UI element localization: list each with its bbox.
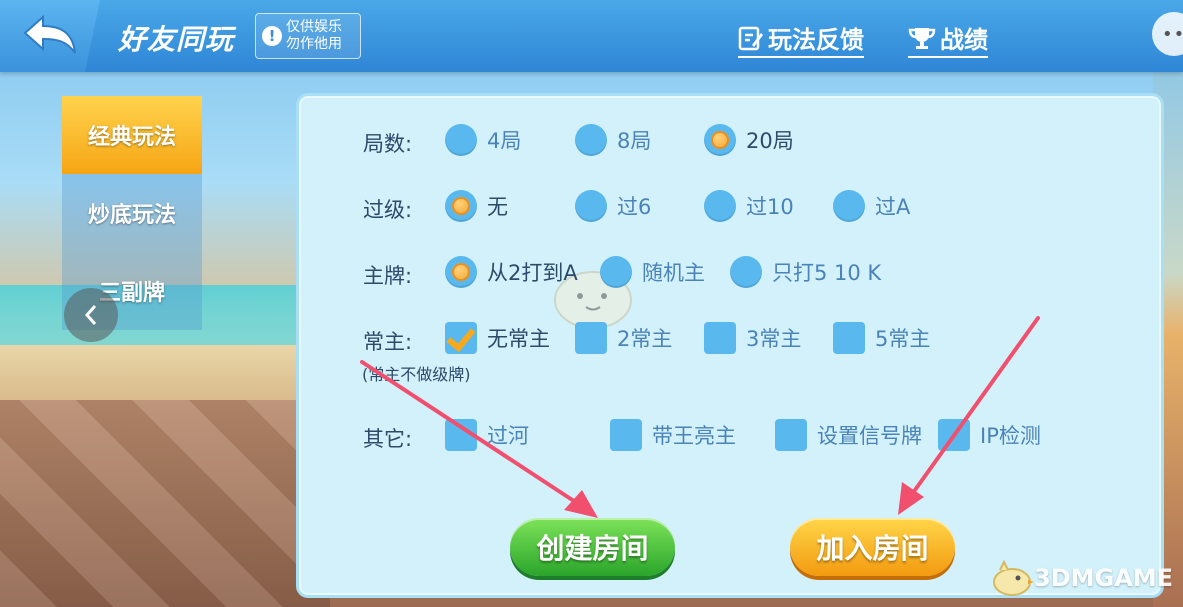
checkbox-icon — [938, 419, 970, 451]
trump-label: 主牌: — [363, 264, 413, 288]
notice-line-1: 仅供娱乐 — [286, 19, 342, 35]
more-button[interactable]: •• — [1152, 12, 1183, 56]
rounds-label: 局数: — [363, 132, 413, 156]
rounds-option-20[interactable]: 20局 — [704, 124, 794, 156]
record-label: 战绩 — [940, 26, 988, 54]
radio-selected-icon — [445, 190, 477, 222]
collapse-arrow-button[interactable] — [64, 288, 118, 342]
tab-chaodi[interactable]: 炒底玩法 — [62, 174, 202, 252]
trump-option-2-to-a[interactable]: 从2打到A — [445, 256, 578, 288]
rounds-option-8[interactable]: 8局 — [575, 124, 651, 156]
trump-option-5-10-k[interactable]: 只打5 10 K — [730, 256, 881, 288]
trophy-icon — [908, 27, 936, 49]
other-option-joker-declare[interactable]: 带王亮主 — [610, 419, 736, 451]
back-button[interactable] — [0, 0, 100, 72]
checkbox-icon — [775, 419, 807, 451]
radio-selected-icon — [445, 256, 477, 288]
other-option-ip-check[interactable]: IP检测 — [938, 419, 1041, 451]
radio-icon — [575, 124, 607, 156]
constant-trump-option-5[interactable]: 5常主 — [833, 322, 930, 354]
feedback-link[interactable]: 玩法反馈 — [738, 20, 864, 58]
entertainment-notice: ! 仅供娱乐 勿作他用 — [255, 13, 361, 59]
constant-trump-option-none[interactable]: 无常主 — [445, 322, 550, 354]
notice-line-2: 勿作他用 — [286, 36, 342, 52]
watermark-text: 3DMGAME — [1034, 564, 1174, 592]
record-link[interactable]: 战绩 — [908, 20, 988, 58]
constant-trump-option-2[interactable]: 2常主 — [575, 322, 672, 354]
create-room-button[interactable]: 创建房间 — [510, 518, 675, 576]
radio-icon — [445, 124, 477, 156]
constant-trump-note: (常主不做级牌) — [362, 365, 471, 384]
radio-icon — [600, 256, 632, 288]
site-watermark: 3DMGAME — [988, 558, 1173, 598]
chevron-left-icon — [84, 305, 97, 325]
other-label: 其它: — [363, 427, 413, 451]
tab-classic[interactable]: 经典玩法 — [62, 96, 202, 174]
back-arrow-icon — [23, 14, 76, 54]
trump-option-random[interactable]: 随机主 — [600, 256, 705, 288]
skip-level-option-none[interactable]: 无 — [445, 190, 508, 222]
checkbox-checked-icon — [445, 322, 477, 354]
exclamation-icon: ! — [262, 26, 282, 46]
radio-icon — [730, 256, 762, 288]
skip-level-option-6[interactable]: 过6 — [575, 190, 651, 222]
checkbox-icon — [833, 322, 865, 354]
radio-icon — [704, 190, 736, 222]
join-room-button[interactable]: 加入房间 — [790, 518, 955, 576]
rounds-option-4[interactable]: 4局 — [445, 124, 521, 156]
top-bar: 好友同玩 ! 仅供娱乐 勿作他用 玩法反馈 战绩 •• — [0, 0, 1183, 72]
other-option-river[interactable]: 过河 — [445, 419, 529, 451]
page-title: 好友同玩 — [118, 23, 235, 56]
skip-level-option-10[interactable]: 过10 — [704, 190, 794, 222]
feedback-label: 玩法反馈 — [768, 26, 864, 54]
radio-icon — [833, 190, 865, 222]
constant-trump-option-3[interactable]: 3常主 — [704, 322, 801, 354]
constant-trump-label: 常主: — [363, 330, 413, 354]
checkbox-icon — [575, 322, 607, 354]
background-floor — [0, 400, 330, 607]
background-beach — [0, 345, 330, 405]
skip-level-label: 过级: — [363, 198, 413, 222]
other-option-signal-card[interactable]: 设置信号牌 — [775, 419, 922, 451]
checkbox-icon — [704, 322, 736, 354]
radio-icon — [575, 190, 607, 222]
edit-icon — [738, 26, 763, 50]
bird-logo-icon — [993, 559, 1034, 596]
skip-level-option-a[interactable]: 过A — [833, 190, 910, 222]
radio-selected-icon — [704, 124, 736, 156]
checkbox-icon — [610, 419, 642, 451]
checkbox-icon — [445, 419, 477, 451]
